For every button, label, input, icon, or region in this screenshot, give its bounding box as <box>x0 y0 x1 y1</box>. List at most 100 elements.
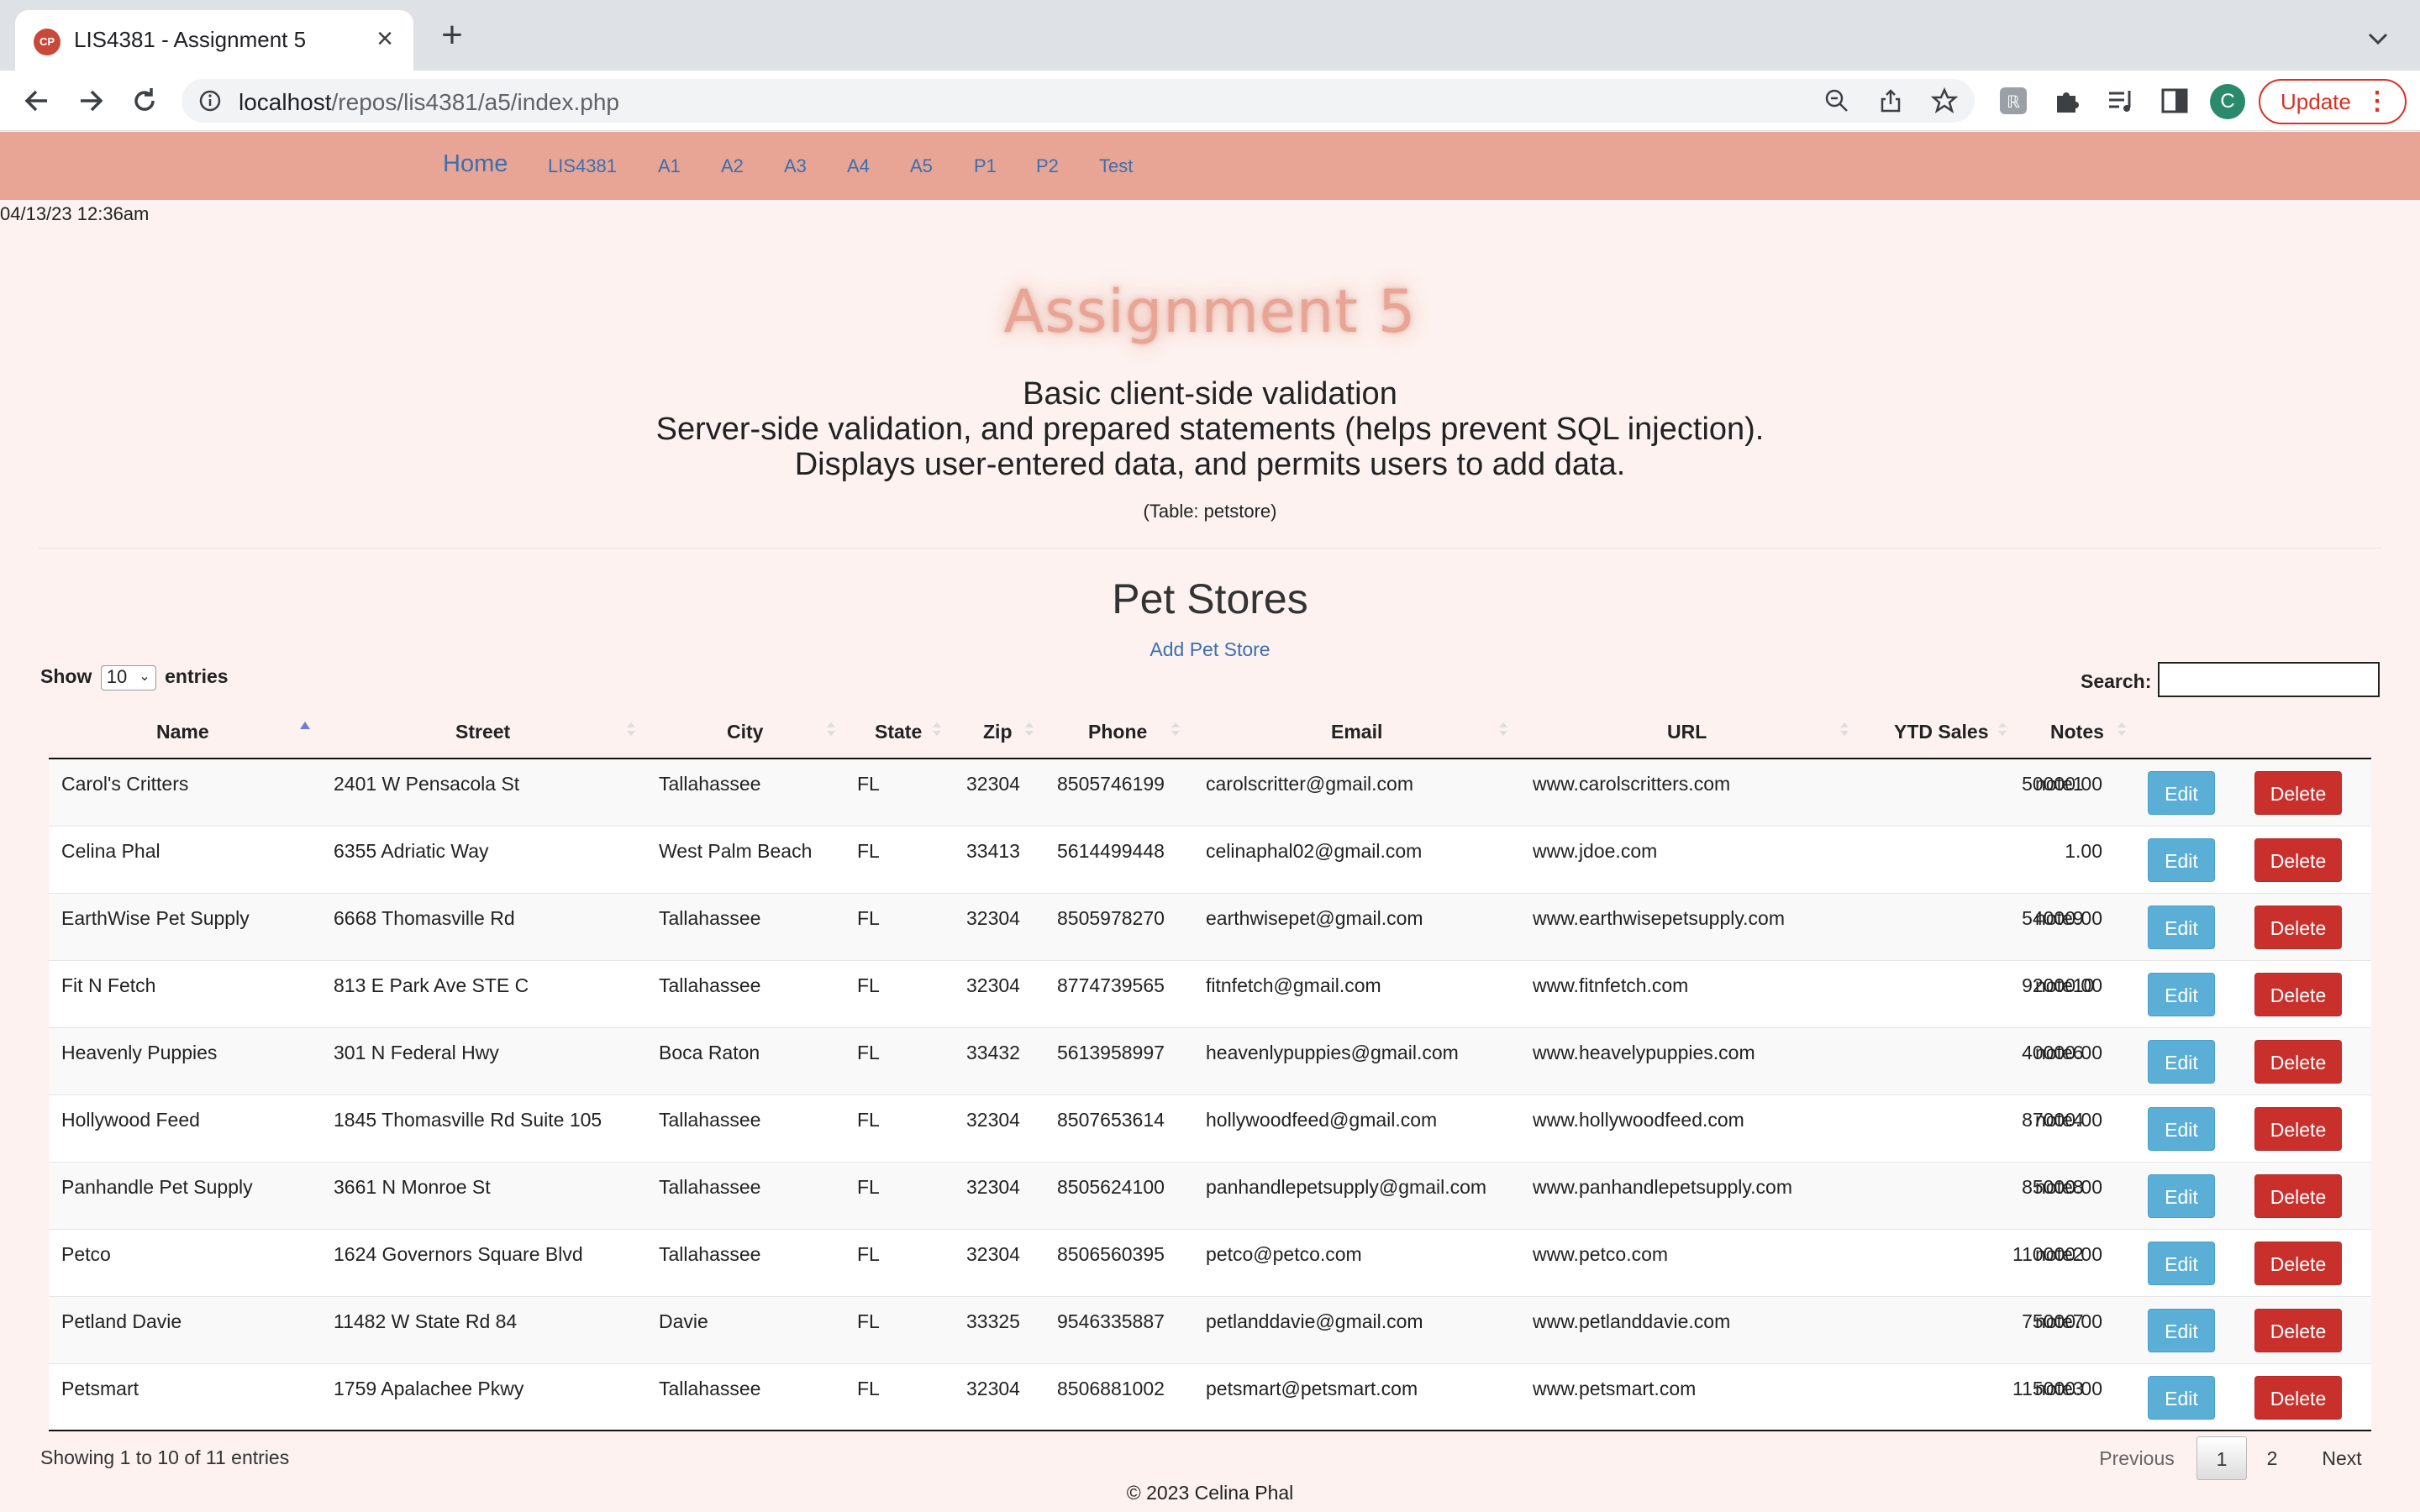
nav-link-p2[interactable]: P2 <box>1036 155 1059 177</box>
new-tab-icon[interactable]: + <box>434 17 471 55</box>
cell-name: Heavenly Puppies <box>61 1042 218 1063</box>
next-page-button[interactable]: Next <box>2306 1436 2378 1480</box>
cell-city: Tallahassee <box>659 1378 761 1399</box>
forward-arrow-icon[interactable] <box>72 82 109 119</box>
sort-icon[interactable] <box>625 719 637 739</box>
nav-link-a4[interactable]: A4 <box>847 155 870 177</box>
add-pet-store-link[interactable]: Add Pet Store <box>0 638 2420 661</box>
edit-button[interactable]: Edit <box>2148 1376 2215 1420</box>
edit-button[interactable]: Edit <box>2148 1174 2215 1218</box>
sort-icon[interactable] <box>1996 719 2008 739</box>
delete-button[interactable]: Delete <box>2254 1309 2342 1352</box>
zoom-icon[interactable] <box>1823 87 1850 114</box>
nav-home-link[interactable]: Home <box>443 150 508 178</box>
table-row: Panhandle Pet Supply 3661 N Monroe St Tall… <box>49 1163 2371 1230</box>
column-header-name[interactable]: Name <box>156 721 209 743</box>
update-button[interactable]: Update ⋮ <box>2259 79 2407 124</box>
column-header-state[interactable]: State <box>875 721 922 743</box>
cell-state: FL <box>857 907 880 929</box>
cell-zip: 32304 <box>966 1243 1020 1265</box>
edit-button[interactable]: Edit <box>2148 771 2215 815</box>
delete-button[interactable]: Delete <box>2254 1242 2342 1285</box>
nav-link-a3[interactable]: A3 <box>784 155 807 177</box>
cell-email: petco@petco.com <box>1206 1243 1362 1265</box>
page-button-1[interactable]: 1 <box>2196 1436 2247 1480</box>
description-line-3: Displays user-entered data, and permits … <box>794 447 1626 482</box>
sort-icon[interactable] <box>1839 719 1850 739</box>
cell-name: Petco <box>61 1243 111 1265</box>
url-text: localhost/repos/lis4381/a5/index.php <box>239 89 619 115</box>
nav-link-a1[interactable]: A1 <box>658 155 681 177</box>
delete-button[interactable]: Delete <box>2254 838 2342 882</box>
cell-street: 3661 N Monroe St <box>334 1176 491 1198</box>
cell-zip: 33432 <box>966 1042 1020 1063</box>
edit-button[interactable]: Edit <box>2148 1242 2215 1285</box>
column-header-street[interactable]: Street <box>455 721 510 743</box>
cell-zip: 33413 <box>966 840 1020 862</box>
cell-city: Davie <box>659 1310 708 1332</box>
reload-icon[interactable] <box>126 82 163 119</box>
edit-button[interactable]: Edit <box>2148 1040 2215 1084</box>
cell-notes: note9 <box>2035 907 2084 929</box>
cell-state: FL <box>857 1042 880 1063</box>
close-tab-icon[interactable]: × <box>368 22 402 55</box>
nav-link-p1[interactable]: P1 <box>974 155 997 177</box>
delete-button[interactable]: Delete <box>2254 906 2342 949</box>
sort-asc-icon[interactable] <box>299 719 311 739</box>
site-info-icon[interactable] <box>198 89 222 113</box>
cell-url: www.petsmart.com <box>1533 1378 1697 1399</box>
table-info: Showing 1 to 10 of 11 entries <box>40 1446 290 1468</box>
page-length-select[interactable]: 10 ⌄ <box>100 665 156 690</box>
sort-icon[interactable] <box>1170 719 1181 739</box>
edit-button[interactable]: Edit <box>2148 838 2215 882</box>
extensions-puzzle-icon[interactable] <box>2052 86 2082 116</box>
extension-grey-icon[interactable]: ℝ <box>1998 86 2028 116</box>
cell-url: www.petco.com <box>1533 1243 1669 1265</box>
column-header-city[interactable]: City <box>727 721 763 743</box>
column-header-email[interactable]: Email <box>1331 721 1382 743</box>
address-bar[interactable]: localhost/repos/lis4381/a5/index.php <box>182 79 1975 123</box>
edit-button[interactable]: Edit <box>2148 906 2215 949</box>
profile-avatar[interactable]: C <box>2210 84 2245 119</box>
delete-button[interactable]: Delete <box>2254 771 2342 815</box>
cell-phone: 8774739565 <box>1057 974 1165 996</box>
column-header-url[interactable]: URL <box>1667 721 1707 743</box>
bookmark-star-icon[interactable] <box>1931 87 1958 114</box>
search-input[interactable] <box>2158 662 2380 697</box>
side-panel-icon[interactable] <box>2160 86 2190 116</box>
cell-state: FL <box>857 1109 880 1131</box>
cell-street: 813 E Park Ave STE C <box>334 974 529 996</box>
delete-button[interactable]: Delete <box>2254 1040 2342 1084</box>
more-menu-icon[interactable]: ⋮ <box>2365 81 2390 123</box>
sort-icon[interactable] <box>1023 719 1035 739</box>
column-header-phone[interactable]: Phone <box>1088 721 1147 743</box>
sort-icon[interactable] <box>2116 719 2128 739</box>
cell-name: Celina Phal <box>61 840 160 862</box>
delete-button[interactable]: Delete <box>2254 1107 2342 1151</box>
delete-button[interactable]: Delete <box>2254 973 2342 1016</box>
media-queue-icon[interactable] <box>2106 86 2136 116</box>
browser-tab[interactable]: CP LIS4381 - Assignment 5 × <box>15 10 413 71</box>
nav-link-lis4381[interactable]: LIS4381 <box>548 155 617 177</box>
column-header-zip[interactable]: Zip <box>983 721 1013 743</box>
table-row: Fit N Fetch 813 E Park Ave STE C Tallahass… <box>49 961 2371 1028</box>
edit-button[interactable]: Edit <box>2148 973 2215 1016</box>
nav-link-test[interactable]: Test <box>1099 155 1133 177</box>
edit-button[interactable]: Edit <box>2148 1107 2215 1151</box>
sort-icon[interactable] <box>931 719 943 739</box>
share-icon[interactable] <box>1877 87 1904 114</box>
delete-button[interactable]: Delete <box>2254 1174 2342 1218</box>
nav-link-a2[interactable]: A2 <box>721 155 744 177</box>
sort-icon[interactable] <box>1497 719 1509 739</box>
cell-url: www.fitnfetch.com <box>1533 974 1689 996</box>
back-arrow-icon[interactable] <box>18 82 55 119</box>
delete-button[interactable]: Delete <box>2254 1376 2342 1420</box>
column-header-ytd-sales[interactable]: YTD Sales <box>1894 721 1989 743</box>
edit-button[interactable]: Edit <box>2148 1309 2215 1352</box>
previous-page-button[interactable]: Previous <box>2082 1436 2191 1480</box>
column-header-notes[interactable]: Notes <box>2050 721 2104 743</box>
nav-link-a5[interactable]: A5 <box>910 155 933 177</box>
sort-icon[interactable] <box>825 719 837 739</box>
tab-search-chevron-icon[interactable] <box>2361 22 2395 55</box>
page-button-2[interactable]: 2 <box>2249 1436 2296 1480</box>
